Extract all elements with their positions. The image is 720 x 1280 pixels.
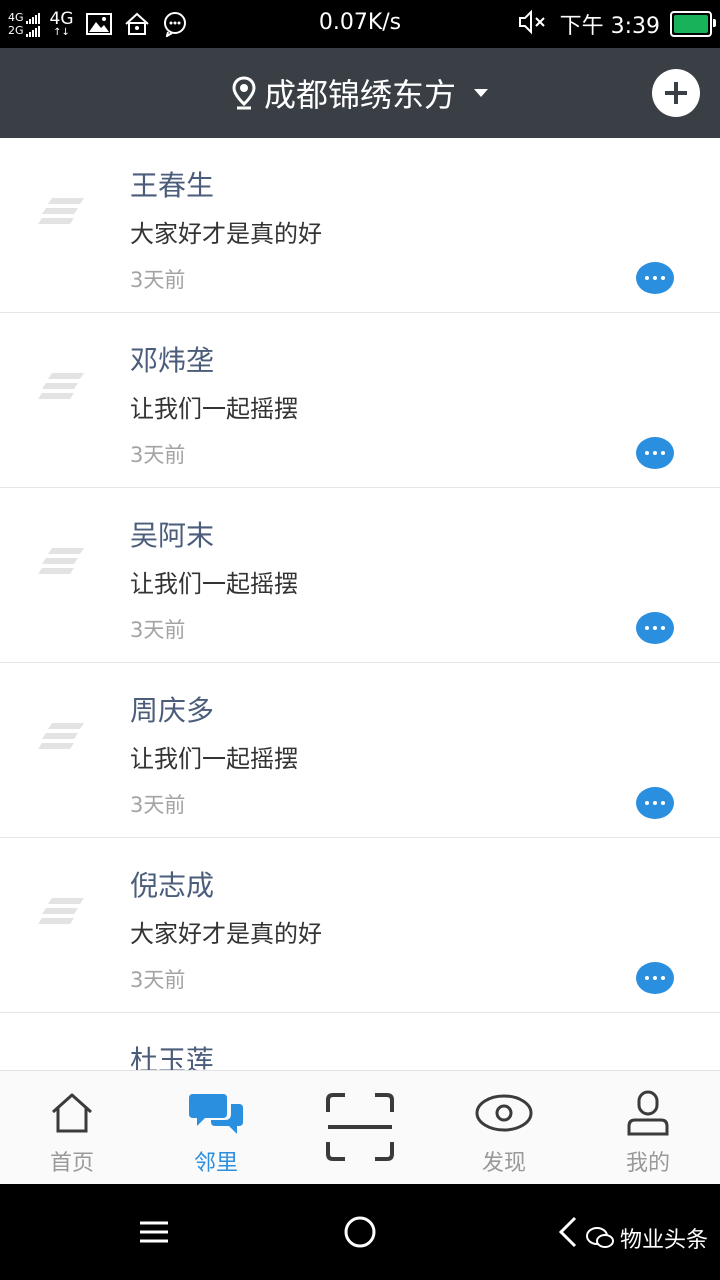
scan-icon bbox=[288, 1091, 432, 1163]
status-bar: 4G 2G 4G ↑↓ 0.07K/s 下午 3:39 bbox=[0, 0, 720, 48]
menu-button[interactable] bbox=[138, 1212, 170, 1252]
post-time: 3天前 bbox=[130, 443, 186, 467]
user-icon bbox=[576, 1089, 720, 1137]
battery-icon bbox=[670, 11, 716, 37]
more-dots-icon bbox=[643, 626, 667, 630]
avatar-placeholder-icon bbox=[38, 194, 86, 232]
post-author[interactable]: 王春生 bbox=[130, 164, 214, 204]
list-item[interactable]: 王春生 大家好才是真的好 3天前 bbox=[0, 138, 720, 313]
post-author[interactable]: 杜玉莲 bbox=[130, 1039, 214, 1070]
clock: 下午 3:39 bbox=[559, 14, 660, 39]
list-item[interactable]: 吴阿末 让我们一起摇摆 3天前 bbox=[0, 488, 720, 663]
avatar-placeholder-icon bbox=[38, 719, 86, 757]
more-options-button[interactable] bbox=[636, 437, 674, 469]
menu-icon bbox=[140, 1221, 168, 1243]
location-title: 成都锦绣东方 bbox=[263, 76, 456, 114]
post-time: 3天前 bbox=[130, 618, 186, 642]
post-list[interactable]: 王春生 大家好才是真的好 3天前 邓炜垄 让我们一起摇摆 3天前 吴阿末 让我们… bbox=[0, 138, 720, 1070]
mute-icon bbox=[518, 9, 548, 39]
more-options-button[interactable] bbox=[636, 612, 674, 644]
location-selector[interactable]: 成都锦绣东方 bbox=[0, 48, 720, 138]
tab-home[interactable]: 首页 bbox=[0, 1071, 144, 1185]
chat-bubbles-icon bbox=[144, 1089, 288, 1137]
more-dots-icon bbox=[643, 976, 667, 980]
home-nav-button[interactable] bbox=[342, 1212, 378, 1252]
list-item[interactable]: 倪志成 大家好才是真的好 3天前 bbox=[0, 838, 720, 1013]
avatar-placeholder-icon bbox=[38, 544, 86, 582]
chevron-left-icon bbox=[558, 1216, 577, 1248]
post-message: 大家好才是真的好 bbox=[130, 920, 322, 948]
post-message: 让我们一起摇摆 bbox=[130, 570, 298, 598]
home-icon bbox=[0, 1089, 144, 1137]
eye-icon bbox=[432, 1089, 576, 1137]
location-pin-icon bbox=[232, 76, 256, 110]
list-item[interactable]: 周庆多 让我们一起摇摆 3天前 bbox=[0, 663, 720, 838]
more-options-button[interactable] bbox=[636, 962, 674, 994]
more-options-button[interactable] bbox=[636, 787, 674, 819]
tab-me[interactable]: 我的 bbox=[576, 1071, 720, 1185]
post-author[interactable]: 倪志成 bbox=[130, 864, 214, 904]
watermark-text: 物业头条 bbox=[619, 1228, 708, 1253]
watermark: 物业头条 bbox=[585, 1222, 708, 1254]
plus-icon bbox=[665, 82, 687, 104]
more-options-button[interactable] bbox=[636, 262, 674, 294]
post-author[interactable]: 周庆多 bbox=[130, 689, 214, 729]
circle-home-icon bbox=[344, 1216, 376, 1248]
list-item[interactable]: 杜玉莲 bbox=[0, 1013, 720, 1070]
post-message: 让我们一起摇摆 bbox=[130, 745, 298, 773]
chevron-down-icon bbox=[474, 89, 488, 97]
tab-label: 发现 bbox=[481, 1151, 526, 1176]
post-message: 让我们一起摇摆 bbox=[130, 395, 298, 423]
more-dots-icon bbox=[643, 801, 667, 805]
post-time: 3天前 bbox=[130, 968, 186, 992]
tab-label: 我的 bbox=[625, 1151, 670, 1176]
app-header: 成都锦绣东方 bbox=[0, 48, 720, 138]
post-message: 大家好才是真的好 bbox=[130, 220, 322, 248]
bottom-tab-bar: 首页 邻里 发现 我的 bbox=[0, 1070, 720, 1184]
list-item[interactable]: 邓炜垄 让我们一起摇摆 3天前 bbox=[0, 313, 720, 488]
wechat-icon bbox=[585, 1226, 614, 1250]
post-time: 3天前 bbox=[130, 793, 186, 817]
avatar-placeholder-icon bbox=[38, 369, 86, 407]
post-time: 3天前 bbox=[130, 268, 186, 292]
tab-discover[interactable]: 发现 bbox=[432, 1071, 576, 1185]
back-button[interactable] bbox=[556, 1212, 580, 1252]
add-button[interactable] bbox=[652, 69, 700, 117]
tab-label: 邻里 bbox=[193, 1151, 238, 1176]
post-author[interactable]: 吴阿末 bbox=[130, 514, 214, 554]
tab-neighbors[interactable]: 邻里 bbox=[144, 1071, 288, 1185]
avatar-placeholder-icon bbox=[38, 894, 86, 932]
more-dots-icon bbox=[643, 451, 667, 455]
tab-scan[interactable] bbox=[288, 1071, 432, 1185]
tab-label: 首页 bbox=[49, 1151, 94, 1176]
post-author[interactable]: 邓炜垄 bbox=[130, 339, 214, 379]
more-dots-icon bbox=[643, 276, 667, 280]
